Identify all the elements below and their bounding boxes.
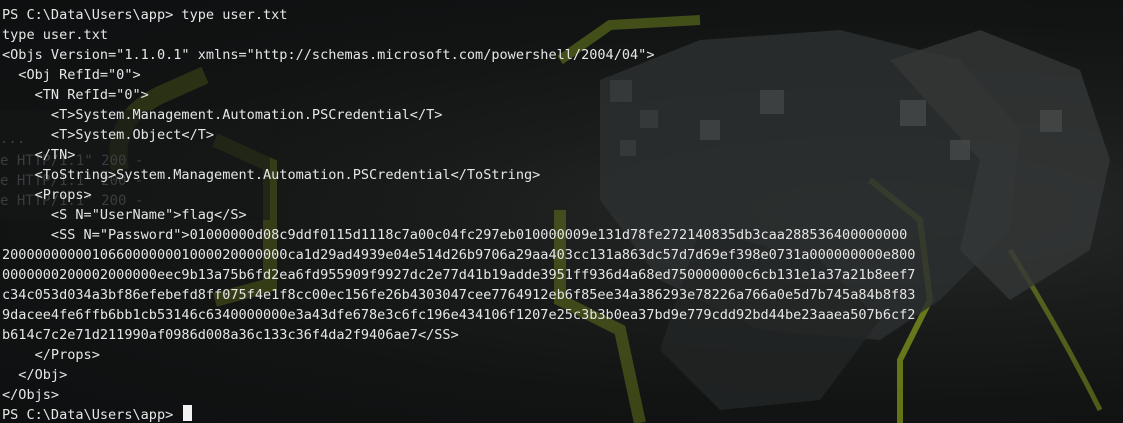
text-cursor[interactable]: [183, 405, 193, 421]
output-line: <TN RefId="0">: [2, 87, 149, 103]
output-line: <T>System.Object</T>: [2, 127, 215, 143]
output-line: <ToString>System.Management.Automation.P…: [2, 167, 541, 183]
output-line: b614c7c2e71d211990af0986d008a36c133c36f4…: [2, 327, 459, 343]
output-line: 20000000000106600000001000020000000ca1d2…: [2, 247, 916, 263]
output-line: 9dacee4fe6ffb6bb1cb53146c6340000000e3a43…: [2, 307, 916, 323]
output-line: <Obj RefId="0">: [2, 67, 141, 83]
output-line: type user.txt: [2, 27, 109, 43]
output-line: c34c053d034a3bf86efebefd8ff075f4e1f8cc00…: [2, 287, 916, 303]
terminal-output: PS C:\Data\Users\app> type user.txt type…: [2, 5, 1121, 423]
output-line: <Objs Version="1.1.0.1" xmlns="http://sc…: [2, 47, 655, 63]
prompt-line[interactable]: PS C:\Data\Users\app>: [2, 405, 1121, 423]
output-line: </Props>: [2, 347, 100, 363]
terminal-window[interactable]: ... e HTTP/1.1" 200 - e HTTP/1.1" 200 - …: [0, 0, 1123, 423]
output-line: <SS N="Password">01000000d08c9ddf0115d11…: [2, 227, 908, 243]
output-line: <S N="UserName">flag</S>: [2, 207, 247, 223]
command-line: PS C:\Data\Users\app> type user.txt: [2, 7, 288, 23]
output-line: </TN>: [2, 147, 76, 163]
output-line: 0000000200002000000eec9b13a75b6fd2ea6fd9…: [2, 267, 916, 283]
output-line: <Props>: [2, 187, 92, 203]
output-line: <T>System.Management.Automation.PSCreden…: [2, 107, 443, 123]
output-line: </Obj>: [2, 367, 68, 383]
output-line: </Objs>: [2, 387, 60, 403]
prompt: PS C:\Data\Users\app>: [2, 407, 182, 423]
